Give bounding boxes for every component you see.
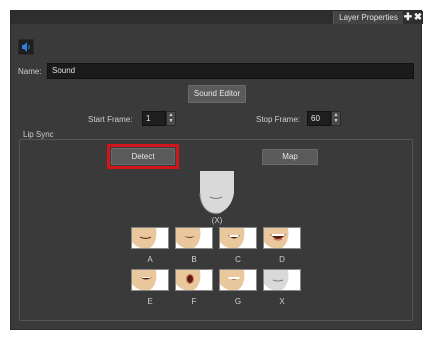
- start-frame-label: Start Frame:: [88, 115, 133, 124]
- start-frame-input[interactable]: 1: [142, 111, 166, 126]
- name-label: Name:: [18, 67, 42, 76]
- mouth-thumb-d[interactable]: [263, 227, 301, 249]
- lip-sync-group: [19, 139, 413, 321]
- stop-frame-input[interactable]: 60: [307, 111, 331, 126]
- stop-frame-label: Stop Frame:: [256, 115, 301, 124]
- mouth-label-a: A: [147, 255, 153, 264]
- mouth-thumb-b[interactable]: [175, 227, 213, 249]
- map-button[interactable]: Map: [262, 149, 318, 165]
- sound-toggle-button[interactable]: [18, 39, 34, 55]
- chevron-down-icon[interactable]: ▼: [332, 118, 340, 124]
- lip-sync-group-label: Lip Sync: [21, 130, 56, 139]
- plus-icon[interactable]: ✚: [403, 11, 413, 24]
- mouth-label-c: C: [235, 255, 241, 264]
- layer-properties-panel: Layer Properties ✚ ✖ Name: Sound Sound E…: [10, 10, 423, 330]
- mouth-thumb-a[interactable]: [131, 227, 169, 249]
- stop-frame-stepper[interactable]: ▲ ▼: [331, 111, 341, 126]
- mouth-label-d: D: [279, 255, 285, 264]
- panel-titlebar: Layer Properties ✚ ✖: [11, 11, 423, 24]
- mouth-thumb-e[interactable]: [131, 269, 169, 291]
- sound-editor-button[interactable]: Sound Editor: [188, 85, 246, 103]
- mouth-label-b: B: [191, 255, 197, 264]
- start-frame-stepper[interactable]: ▲ ▼: [166, 111, 176, 126]
- mouth-thumb-c[interactable]: [219, 227, 257, 249]
- detect-button[interactable]: Detect: [111, 148, 175, 165]
- mouth-thumb-g[interactable]: [219, 269, 257, 291]
- mouth-label-x: X: [279, 297, 285, 306]
- chevron-down-icon[interactable]: ▼: [167, 118, 175, 124]
- close-icon[interactable]: ✖: [413, 11, 423, 24]
- name-field[interactable]: Sound: [47, 63, 414, 79]
- mouth-label-g: G: [234, 297, 242, 306]
- mouth-thumb-f[interactable]: [175, 269, 213, 291]
- mouth-thumb-x[interactable]: [263, 269, 301, 291]
- mouth-label-e: E: [147, 297, 153, 306]
- mouth-label-f: F: [191, 297, 197, 306]
- current-mouth-preview: [196, 171, 238, 215]
- current-mouth-label: (X): [211, 216, 223, 225]
- speaker-icon: [22, 42, 30, 52]
- layer-properties-tab[interactable]: Layer Properties: [333, 11, 403, 24]
